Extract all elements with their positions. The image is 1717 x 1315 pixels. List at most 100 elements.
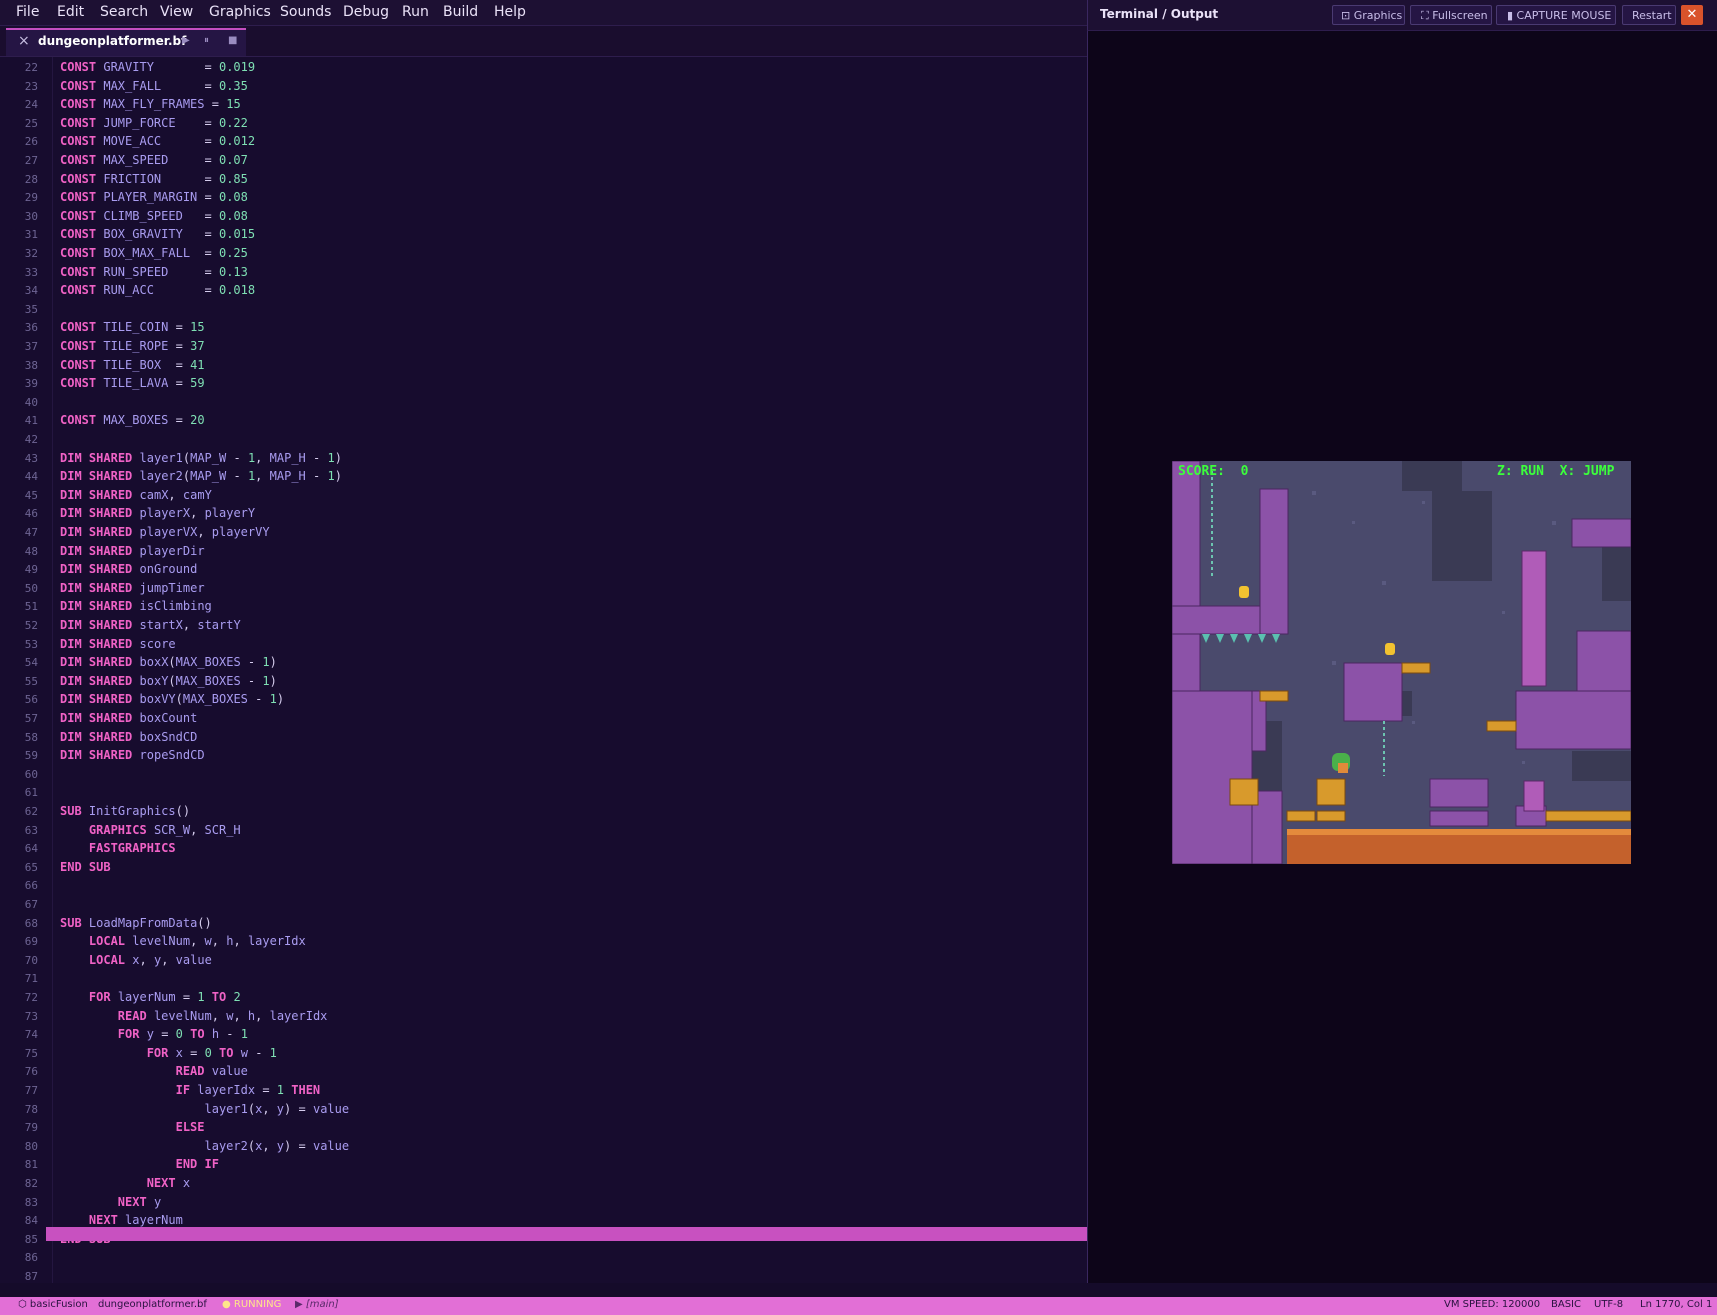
code-line[interactable]: DIM SHARED playerX, playerY: [60, 506, 255, 520]
code-line[interactable]: DIM SHARED boxY(MAX_BOXES - 1): [60, 674, 277, 688]
stop-icon[interactable]: ■: [228, 35, 237, 46]
code-line[interactable]: DIM SHARED isClimbing: [60, 599, 212, 613]
menu-help[interactable]: Help: [494, 4, 526, 20]
menu-search[interactable]: Search: [100, 4, 148, 20]
horizontal-scrollbar[interactable]: [46, 1227, 1087, 1241]
status-vm-speed: VM SPEED: 120000: [1444, 1299, 1541, 1310]
code-line[interactable]: DIM SHARED jumpTimer: [60, 581, 205, 595]
code-line[interactable]: FASTGRAPHICS: [60, 841, 176, 855]
code-line[interactable]: DIM SHARED layer1(MAP_W - 1, MAP_H - 1): [60, 451, 342, 465]
code-line[interactable]: CONST RUN_SPEED = 0.13: [60, 265, 248, 279]
code-line[interactable]: FOR layerNum = 1 TO 2: [60, 990, 241, 1004]
status-project[interactable]: ⬡ basicFusion: [18, 1299, 88, 1310]
code-line[interactable]: DIM SHARED boxVY(MAX_BOXES - 1): [60, 692, 284, 706]
code-line[interactable]: layer2(x, y) = value: [60, 1139, 350, 1153]
line-number: 33: [24, 265, 38, 279]
line-number: 38: [24, 358, 38, 372]
code-line[interactable]: NEXT layerNum: [60, 1213, 183, 1227]
code-line[interactable]: READ levelNum, w, h, layerIdx: [60, 1009, 328, 1023]
menu-file[interactable]: File: [16, 4, 39, 20]
code-line[interactable]: DIM SHARED startX, startY: [60, 618, 241, 632]
code-line[interactable]: CONST RUN_ACC = 0.018: [60, 283, 255, 297]
code-line[interactable]: FOR x = 0 TO w - 1: [60, 1046, 277, 1060]
code-line[interactable]: NEXT y: [60, 1195, 161, 1209]
code-line[interactable]: DIM SHARED boxX(MAX_BOXES - 1): [60, 655, 277, 669]
code-line[interactable]: CONST JUMP_FORCE = 0.22: [60, 116, 248, 130]
menu-debug[interactable]: Debug: [343, 4, 389, 20]
code-line[interactable]: DIM SHARED playerVX, playerVY: [60, 525, 270, 539]
code-line[interactable]: NEXT x: [60, 1176, 190, 1190]
menu-run[interactable]: Run: [402, 4, 429, 20]
code-line[interactable]: CONST TILE_BOX = 41: [60, 358, 205, 372]
status-cursor-position[interactable]: Ln 1770, Col 1: [1640, 1299, 1712, 1310]
line-number: 42: [24, 433, 38, 446]
graphics-button[interactable]: ⊡ Graphics: [1332, 5, 1405, 25]
code-line[interactable]: CONST TILE_COIN = 15: [60, 320, 205, 334]
play-icon[interactable]: ▶: [182, 35, 190, 46]
close-tab-icon[interactable]: ×: [18, 33, 30, 49]
code-editor[interactable]: 22 CONST GRAVITY = 0.019 23 CONST MAX_FALL …: [0, 57, 1087, 1283]
code-line[interactable]: DIM SHARED score: [60, 637, 176, 651]
pause-icon[interactable]: ⏸: [204, 35, 209, 46]
status-language[interactable]: BASIC: [1551, 1299, 1581, 1310]
code-line[interactable]: DIM SHARED boxCount: [60, 711, 197, 725]
code-line[interactable]: CONST BOX_MAX_FALL = 0.25: [60, 246, 248, 260]
code-line[interactable]: SUB InitGraphics(): [60, 804, 190, 818]
code-line[interactable]: CONST BOX_GRAVITY = 0.015: [60, 227, 255, 241]
menu-sounds[interactable]: Sounds: [280, 4, 331, 20]
menu-edit[interactable]: Edit: [57, 4, 84, 20]
status-bar: ⬡ basicFusion dungeonplatformer.bf ● RUN…: [0, 1297, 1717, 1315]
menu-graphics[interactable]: Graphics: [209, 4, 271, 20]
line-number: 69: [24, 935, 38, 949]
menu-view[interactable]: View: [160, 4, 193, 20]
tab-bar: × dungeonplatformer.bf ▶ ⏸ ■: [0, 26, 1087, 57]
code-line[interactable]: ELSE: [60, 1120, 205, 1134]
code-line[interactable]: DIM SHARED camX, camY: [60, 488, 212, 502]
fullscreen-button[interactable]: ⛶ Fullscreen: [1410, 5, 1492, 25]
line-number: 72: [24, 991, 38, 1004]
capture-mouse-button-label: ▮ CAPTURE MOUSE: [1507, 9, 1612, 22]
restart-button[interactable]: Restart: [1622, 5, 1676, 25]
code-line[interactable]: DIM SHARED layer2(MAP_W - 1, MAP_H - 1): [60, 469, 342, 483]
code-line[interactable]: IF layerIdx = 1 THEN: [60, 1083, 321, 1097]
line-number: 56: [24, 693, 38, 707]
code-line[interactable]: CONST CLIMB_SPEED = 0.08: [60, 209, 248, 223]
code-line[interactable]: LOCAL levelNum, w, h, layerIdx: [60, 934, 306, 948]
tab-dungeonplatformer[interactable]: × dungeonplatformer.bf ▶ ⏸ ■: [6, 28, 246, 56]
code-line[interactable]: CONST MAX_BOXES = 20: [60, 413, 205, 427]
game-canvas[interactable]: SCORE: 0 Z: RUN X: JUMP: [1172, 461, 1631, 864]
fullscreen-button-label: ⛶ Fullscreen: [1421, 9, 1488, 22]
line-number: 67: [24, 898, 38, 911]
code-line[interactable]: END IF: [60, 1157, 219, 1171]
code-line[interactable]: layer1(x, y) = value: [60, 1102, 350, 1116]
status-encoding[interactable]: UTF-8: [1594, 1299, 1623, 1310]
code-line[interactable]: CONST MAX_FLY_FRAMES = 15: [60, 97, 241, 111]
line-number: 85: [24, 1232, 38, 1246]
line-number: 28: [24, 172, 38, 186]
code-line[interactable]: CONST TILE_LAVA = 59: [60, 376, 205, 390]
menu-build[interactable]: Build: [443, 4, 478, 20]
code-line[interactable]: DIM SHARED onGround: [60, 562, 197, 576]
code-line[interactable]: END SUB: [60, 860, 111, 874]
close-terminal-icon[interactable]: ✕: [1681, 5, 1703, 25]
code-line[interactable]: DIM SHARED boxSndCD: [60, 730, 197, 744]
line-number: 29: [24, 191, 38, 205]
line-number: 82: [24, 1177, 38, 1190]
code-line[interactable]: DIM SHARED ropeSndCD: [60, 748, 205, 762]
code-line[interactable]: CONST MAX_FALL = 0.35: [60, 79, 248, 93]
line-number: 79: [24, 1121, 38, 1135]
code-line[interactable]: FOR y = 0 TO h - 1: [60, 1027, 248, 1041]
code-line[interactable]: CONST FRICTION = 0.85: [60, 172, 248, 186]
code-line[interactable]: CONST MAX_SPEED = 0.07: [60, 153, 248, 167]
code-line[interactable]: CONST TILE_ROPE = 37: [60, 339, 205, 353]
capture-mouse-button[interactable]: ▮ CAPTURE MOUSE: [1496, 5, 1616, 25]
code-line[interactable]: CONST PLAYER_MARGIN = 0.08: [60, 190, 248, 204]
code-line[interactable]: CONST GRAVITY = 0.019: [60, 60, 255, 74]
code-line[interactable]: READ value: [60, 1064, 248, 1078]
status-branch[interactable]: ▶ [main]: [295, 1299, 339, 1310]
code-line[interactable]: DIM SHARED playerDir: [60, 544, 205, 558]
code-line[interactable]: GRAPHICS SCR_W, SCR_H: [60, 823, 241, 837]
code-line[interactable]: SUB LoadMapFromData(): [60, 916, 212, 930]
code-line[interactable]: CONST MOVE_ACC = 0.012: [60, 134, 255, 148]
code-line[interactable]: LOCAL x, y, value: [60, 953, 212, 967]
